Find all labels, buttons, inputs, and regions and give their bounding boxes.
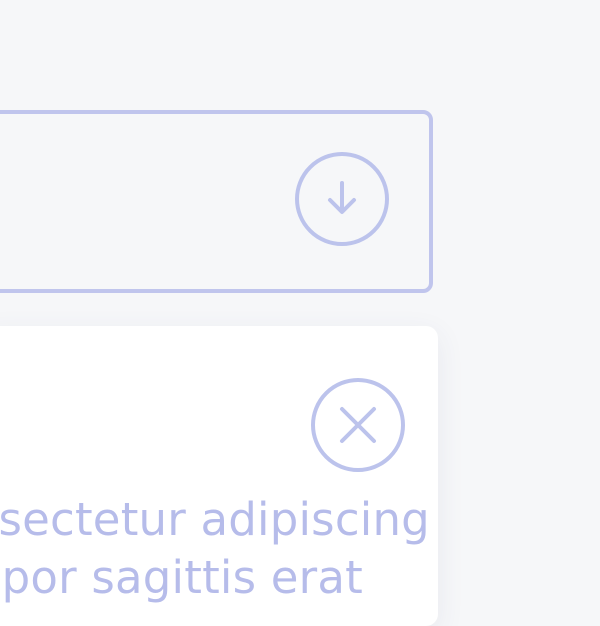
download-arrow-icon xyxy=(328,181,356,214)
close-x-icon xyxy=(340,407,376,443)
message-text: Lorem ipsum dolor sit amet, consectetur … xyxy=(0,491,438,607)
message-line-2: quis ante nec nisl viverra tempor sagitt… xyxy=(0,551,363,604)
message-line-1: Lorem ipsum dolor sit amet, consectetur … xyxy=(0,493,438,546)
message-card: Lorem ipsum dolor sit amet, consectetur … xyxy=(0,326,438,626)
download-card xyxy=(0,110,433,293)
download-button[interactable] xyxy=(295,152,389,246)
page-root: { "download_card": { "icon": "download-a… xyxy=(0,0,600,626)
close-button[interactable] xyxy=(311,378,405,472)
